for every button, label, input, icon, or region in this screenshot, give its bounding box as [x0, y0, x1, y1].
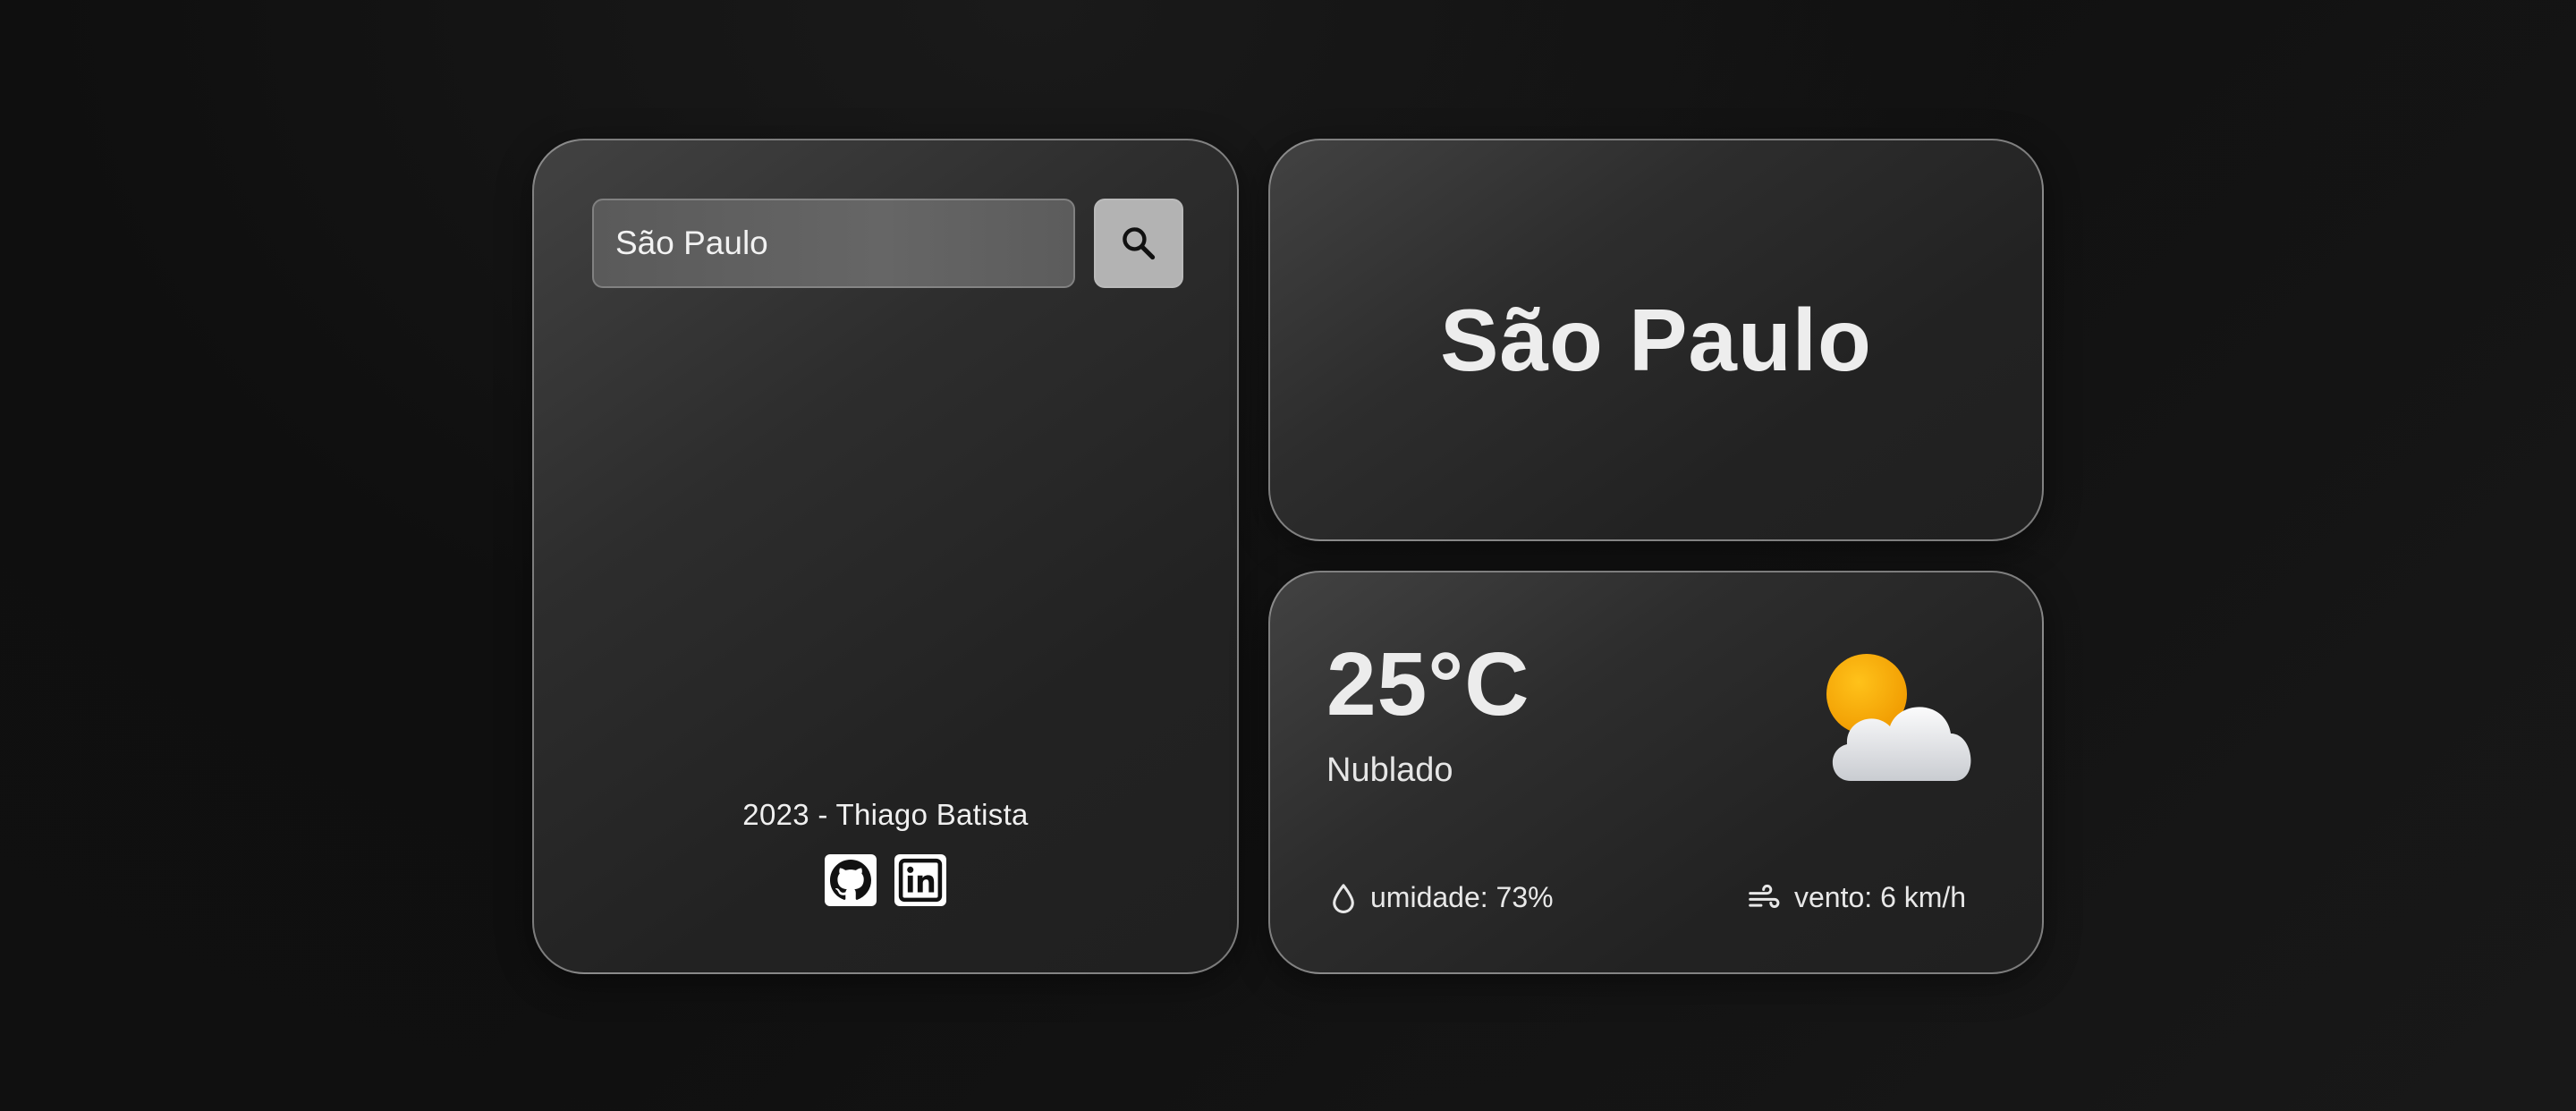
wind-label: vento: 6 km/h [1794, 881, 1967, 913]
humidity-stat: umidade: 73% [1329, 881, 1554, 914]
footer-credit: 2023 - Thiago Batista [742, 798, 1029, 831]
wind-icon [1749, 884, 1780, 908]
social-links [534, 854, 1237, 906]
search-icon [1123, 227, 1156, 260]
search-card: 2023 - Thiago Batista [532, 139, 1239, 974]
city-search-input[interactable] [592, 199, 1075, 288]
weather-description: Nublado [1326, 751, 1453, 789]
linkedin-icon [898, 858, 943, 903]
droplet-icon [1333, 883, 1354, 913]
search-button[interactable] [1094, 199, 1183, 288]
github-link[interactable] [825, 854, 877, 906]
github-icon [830, 860, 871, 900]
partly-cloudy-icon [1826, 654, 1971, 781]
temperature: 25°C [1326, 634, 1530, 734]
city-name: São Paulo [1440, 290, 1872, 389]
city-card: São Paulo [1268, 139, 2044, 541]
humidity-label: umidade: 73% [1370, 881, 1554, 913]
linkedin-link[interactable] [894, 854, 946, 906]
weather-card: 25°C Nublado umidade: 73% vento: 6 km/h [1268, 571, 2044, 974]
wind-stat: vento: 6 km/h [1748, 881, 1966, 914]
